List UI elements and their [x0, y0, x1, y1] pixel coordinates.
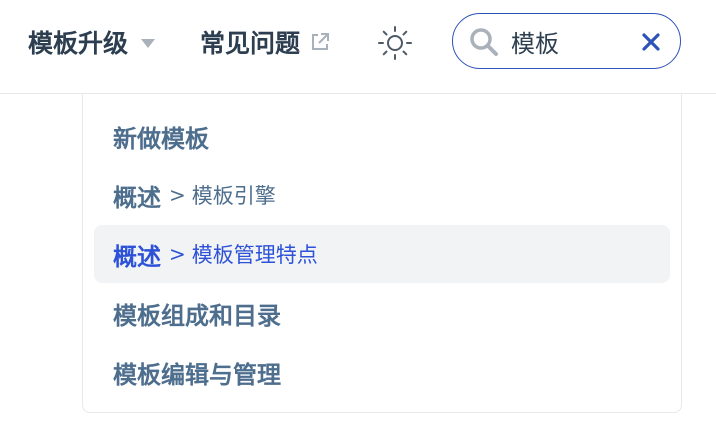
search-box[interactable]	[452, 13, 681, 69]
suggestion-item-active[interactable]: 概述 > 模板管理特点	[94, 225, 670, 283]
sun-icon	[378, 26, 412, 60]
faq-label: 常见问题	[200, 29, 301, 58]
suggestion-title: 概述	[113, 242, 161, 271]
suggestion-subtitle: 模板引擎	[191, 184, 276, 208]
suggestion-separator: >	[169, 242, 186, 266]
suggestion-item[interactable]: 新做模板	[94, 107, 670, 165]
template-upgrade-label: 模板升级	[28, 29, 129, 58]
chevron-down-icon	[141, 38, 156, 48]
suggestion-title: 概述	[113, 183, 161, 212]
suggestion-item[interactable]: 模板编辑与管理	[94, 343, 670, 401]
suggestion-item[interactable]: 模板组成和目录	[94, 284, 670, 342]
top-navbar: 模板升级 常见问题	[0, 0, 716, 94]
suggestion-title: 新做模板	[113, 124, 209, 153]
faq-link[interactable]: 常见问题	[200, 24, 331, 60]
suggestion-separator: >	[169, 183, 186, 207]
close-icon[interactable]	[642, 33, 660, 51]
suggestion-title: 模板组成和目录	[113, 301, 281, 330]
search-suggestions: 新做模板 概述 > 模板引擎 概述 > 模板管理特点 模板组成和目录 模板编辑与…	[82, 94, 682, 413]
suggestion-subtitle: 模板管理特点	[191, 243, 318, 267]
search-icon	[470, 28, 498, 56]
search-input[interactable]	[511, 23, 631, 59]
theme-toggle-button[interactable]	[376, 24, 414, 62]
suggestion-item[interactable]: 概述 > 模板引擎	[94, 166, 670, 224]
suggestion-title: 模板编辑与管理	[113, 360, 281, 389]
external-link-icon	[309, 31, 331, 53]
template-upgrade-dropdown[interactable]: 模板升级	[28, 24, 156, 60]
